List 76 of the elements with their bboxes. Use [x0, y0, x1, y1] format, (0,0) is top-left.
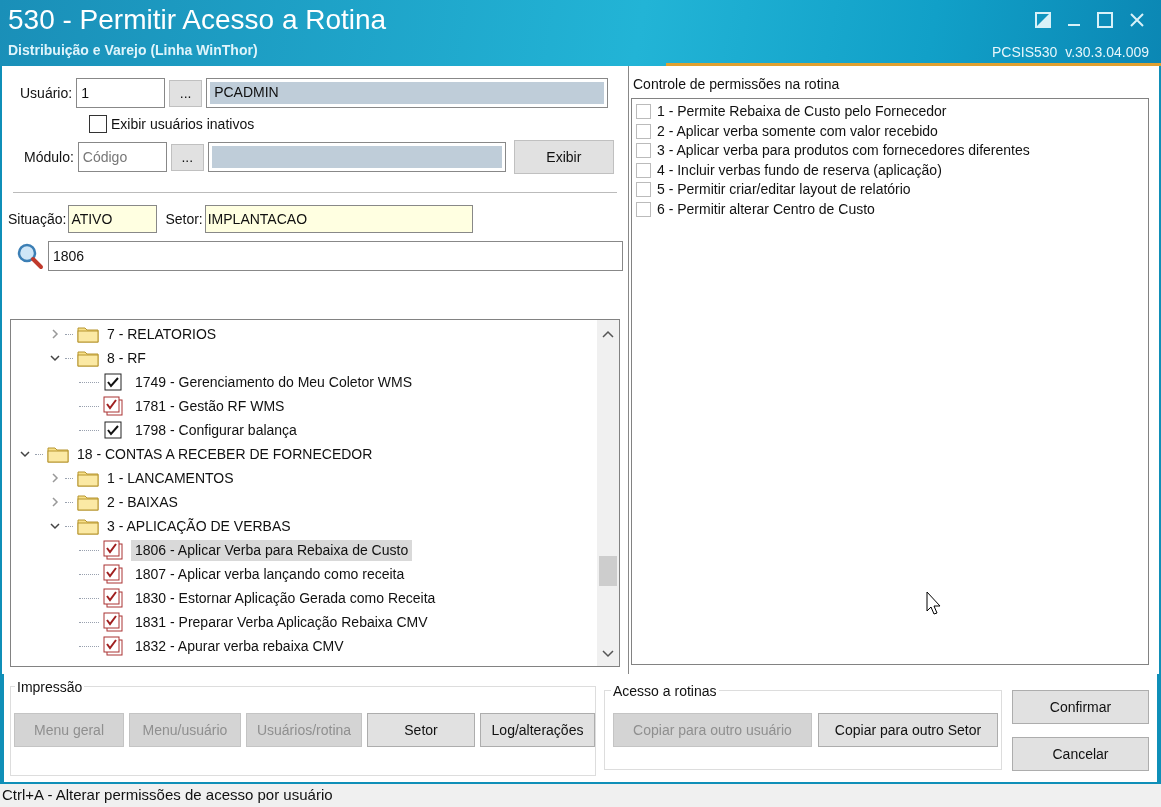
restore-icon[interactable]: [1035, 12, 1051, 28]
permission-label: 3 - Aplicar verba para produtos com fornecedores diferentes: [657, 141, 1030, 161]
field-label: Situação:: [8, 209, 67, 229]
tree-folder[interactable]: 2 - BAIXAS: [103, 491, 182, 513]
window-subtitle: Distribuição e Varejo (Linha WinThor): [8, 41, 259, 60]
checkbox[interactable]: [636, 162, 651, 178]
checkbox[interactable]: [636, 123, 651, 139]
chevron-icon[interactable]: [49, 520, 61, 532]
tree-folder[interactable]: 8 - RF: [103, 347, 150, 369]
tree-item[interactable]: 1832 - Apurar verba rebaixa CMV: [131, 635, 348, 657]
tree-folder[interactable]: 3 - APLICAÇÃO DE VERBAS: [103, 515, 295, 537]
scrollbar[interactable]: [597, 320, 619, 666]
version-label: PCSIS530 v.30.3.04.009: [992, 43, 1149, 62]
button[interactable]: Confirmar: [1012, 690, 1149, 724]
lookup-button[interactable]: ...: [170, 143, 204, 171]
checkbox[interactable]: [103, 588, 123, 608]
folder-icon: [77, 493, 99, 511]
checkbox[interactable]: [103, 540, 123, 560]
sector-field: IMPLANTACAO: [204, 205, 473, 233]
checkbox[interactable]: [89, 115, 107, 133]
permission-label: 1 - Permite Rebaixa de Custo pelo Fornecedor: [657, 102, 947, 122]
window-title: 530 - Permitir Acesso a Rotina: [8, 4, 388, 36]
checkbox[interactable]: [103, 372, 123, 392]
checkbox[interactable]: [103, 396, 123, 416]
close-icon[interactable]: [1129, 12, 1145, 28]
checkbox[interactable]: [103, 612, 123, 632]
input-field[interactable]: 1: [76, 78, 166, 108]
permission-label: 6 - Permitir alterar Centro de Custo: [657, 199, 875, 219]
search-icon: [16, 242, 44, 270]
folder-icon: [77, 349, 99, 367]
checkbox[interactable]: [103, 564, 123, 584]
mouse-pointer-icon: [926, 591, 942, 617]
tree-folder[interactable]: 18 - CONTAS A RECEBER DE FORNECEDOR: [73, 443, 377, 465]
lookup-button[interactable]: ...: [169, 79, 203, 107]
tree-folder[interactable]: 1 - LANCAMENTOS: [103, 467, 238, 489]
permission-label: 5 - Permitir criar/editar layout de relatório: [657, 180, 911, 200]
folder-icon: [77, 325, 99, 343]
folder-icon: [77, 469, 99, 487]
field-label: Módulo:: [24, 147, 74, 167]
panel-title: Controle de permissões na rotina: [633, 75, 841, 94]
button[interactable]: Cancelar: [1012, 737, 1149, 771]
search-field[interactable]: 1806: [48, 241, 623, 271]
status-text: Ctrl+A - Alterar permissões de acesso por usuário: [2, 785, 333, 806]
scroll-thumb[interactable]: [599, 556, 617, 586]
button[interactable]: Copiar para outro Setor: [818, 713, 998, 747]
maximize-icon[interactable]: [1097, 12, 1113, 28]
checkbox[interactable]: [103, 636, 123, 656]
checkbox[interactable]: [103, 420, 123, 440]
checkbox[interactable]: [636, 201, 651, 217]
button[interactable]: Log/alterações: [480, 713, 595, 747]
situation-field: ATIVO: [68, 205, 158, 233]
tree-item[interactable]: 1830 - Estornar Aplicação Gerada como Receita: [131, 587, 440, 609]
tree-item[interactable]: 1798 - Configurar balança: [131, 419, 301, 441]
tree-item[interactable]: 1806 - Aplicar Verba para Rebaixa de Custo: [131, 539, 413, 561]
tree-item[interactable]: 1781 - Gestão RF WMS: [131, 395, 289, 417]
tree-item[interactable]: 1749 - Gerenciamento do Meu Coletor WMS: [131, 371, 416, 393]
field-label: Setor:: [165, 209, 203, 229]
field-label: Usuário:: [20, 83, 73, 103]
checkbox[interactable]: [636, 143, 651, 159]
folder-icon: [47, 445, 69, 463]
permission-label: 4 - Incluir verbas fundo de reserva (aplicação): [657, 160, 942, 180]
input-field[interactable]: Código: [77, 142, 167, 172]
checkbox-label: Exibir usuários inativos: [111, 114, 255, 134]
chevron-icon[interactable]: [49, 352, 61, 364]
tree-folder[interactable]: 7 - RELATORIOS: [103, 323, 221, 345]
folder-icon: [77, 517, 99, 535]
permission-label: 2 - Aplicar verba somente com valor recebido: [657, 121, 938, 141]
show-button[interactable]: Exibir: [513, 140, 614, 174]
name-field[interactable]: PCADMIN: [206, 78, 609, 108]
checkbox[interactable]: [636, 182, 651, 198]
name-field[interactable]: [207, 142, 506, 172]
button[interactable]: Setor: [367, 713, 475, 747]
tree-item[interactable]: 1831 - Preparar Verba Aplicação Rebaixa CMV: [131, 611, 432, 633]
chevron-icon[interactable]: [19, 448, 31, 460]
tree-item[interactable]: 1807 - Aplicar verba lançando como receita: [131, 563, 409, 585]
checkbox[interactable]: [636, 104, 651, 120]
